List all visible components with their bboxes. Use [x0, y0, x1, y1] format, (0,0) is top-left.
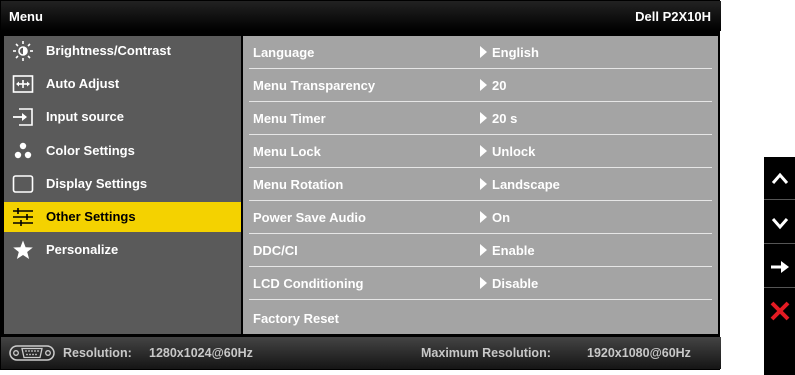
input-source-icon [13, 108, 33, 126]
front-panel-buttons [764, 157, 795, 375]
brightness-icon [13, 41, 33, 61]
menu-item-other-settings[interactable]: Other Settings [4, 202, 241, 232]
menu-item-label: Display Settings [46, 176, 148, 191]
up-arrow-icon [771, 172, 789, 184]
enter-button[interactable] [764, 245, 795, 288]
menu-item-color-settings[interactable]: Color Settings [4, 136, 241, 166]
option-name: Menu Transparency [253, 78, 376, 93]
right-triangle-icon [480, 145, 487, 157]
option-name: LCD Conditioning [253, 276, 364, 291]
option-lcd-conditioning[interactable]: LCD Conditioning Disable [243, 267, 718, 300]
vga-connector-icon [9, 345, 55, 361]
exit-x-icon [770, 301, 790, 321]
model-name: Dell P2X10H [635, 9, 711, 24]
option-value: Disable [480, 276, 538, 291]
menu-item-label: Other Settings [46, 209, 136, 224]
option-value: 20 [480, 78, 506, 93]
option-power-save-audio[interactable]: Power Save Audio On [243, 201, 718, 234]
up-button[interactable] [764, 157, 795, 200]
resolution-label: Resolution: [63, 346, 132, 360]
option-value: Landscape [480, 177, 560, 192]
option-name: Factory Reset [253, 311, 339, 326]
option-value: 20 s [480, 111, 517, 126]
osd-menu-window: Menu Dell P2X10H Brightness/Contrast Aut… [0, 0, 721, 370]
main-menu-list: Brightness/Contrast Auto Adjust Input so… [4, 36, 241, 334]
right-triangle-icon [480, 244, 487, 256]
other-settings-icon [13, 208, 33, 226]
exit-button[interactable] [764, 289, 795, 332]
right-triangle-icon [480, 211, 487, 223]
option-menu-timer[interactable]: Menu Timer 20 s [243, 102, 718, 135]
option-menu-lock[interactable]: Menu Lock Unlock [243, 135, 718, 168]
divider [249, 299, 712, 300]
option-name: Power Save Audio [253, 210, 366, 225]
option-value: Unlock [480, 144, 535, 159]
menu-item-label: Brightness/Contrast [46, 43, 171, 58]
option-menu-transparency[interactable]: Menu Transparency 20 [243, 69, 718, 102]
option-name: Menu Lock [253, 144, 321, 159]
menu-item-label: Color Settings [46, 143, 135, 158]
option-name: Language [253, 45, 315, 60]
option-name: Menu Timer [253, 111, 326, 126]
down-button[interactable] [764, 201, 795, 244]
option-language[interactable]: Language English [243, 36, 718, 69]
enter-arrow-icon [771, 261, 789, 273]
menu-item-label: Auto Adjust [46, 76, 120, 91]
menu-item-display-settings[interactable]: Display Settings [4, 169, 241, 199]
option-ddc-ci[interactable]: DDC/CI Enable [243, 234, 718, 267]
option-menu-rotation[interactable]: Menu Rotation Landscape [243, 168, 718, 201]
option-name: Menu Rotation [253, 177, 344, 192]
option-value: On [480, 210, 510, 225]
right-triangle-icon [480, 277, 487, 289]
option-value: English [480, 45, 539, 60]
menu-item-personalize[interactable]: Personalize [4, 235, 241, 265]
option-factory-reset[interactable]: Factory Reset [243, 302, 718, 335]
display-settings-icon [12, 175, 34, 193]
menu-item-auto-adjust[interactable]: Auto Adjust [4, 69, 241, 99]
max-resolution-value: 1920x1080@60Hz [587, 346, 691, 360]
right-triangle-icon [480, 178, 487, 190]
max-resolution-label: Maximum Resolution: [421, 346, 551, 360]
title-bar: Menu Dell P2X10H [1, 1, 721, 31]
down-arrow-icon [771, 218, 789, 230]
menu-item-input-source[interactable]: Input source [4, 102, 241, 132]
settings-options-panel: Language English Menu Transparency 20 Me… [243, 36, 718, 334]
option-name: DDC/CI [253, 243, 298, 258]
menu-title: Menu [9, 9, 43, 24]
star-icon [13, 240, 33, 259]
status-bar: Resolution: 1280x1024@60Hz Maximum Resol… [1, 337, 721, 369]
menu-item-label: Input source [46, 109, 125, 124]
right-triangle-icon [480, 112, 487, 124]
color-settings-icon [14, 142, 32, 159]
resolution-value: 1280x1024@60Hz [149, 346, 253, 360]
menu-item-brightness-contrast[interactable]: Brightness/Contrast [4, 36, 241, 66]
right-triangle-icon [480, 46, 487, 58]
menu-item-label: Personalize [46, 242, 119, 257]
right-triangle-icon [480, 79, 487, 91]
option-value: Enable [480, 243, 535, 258]
auto-adjust-icon [12, 75, 34, 93]
